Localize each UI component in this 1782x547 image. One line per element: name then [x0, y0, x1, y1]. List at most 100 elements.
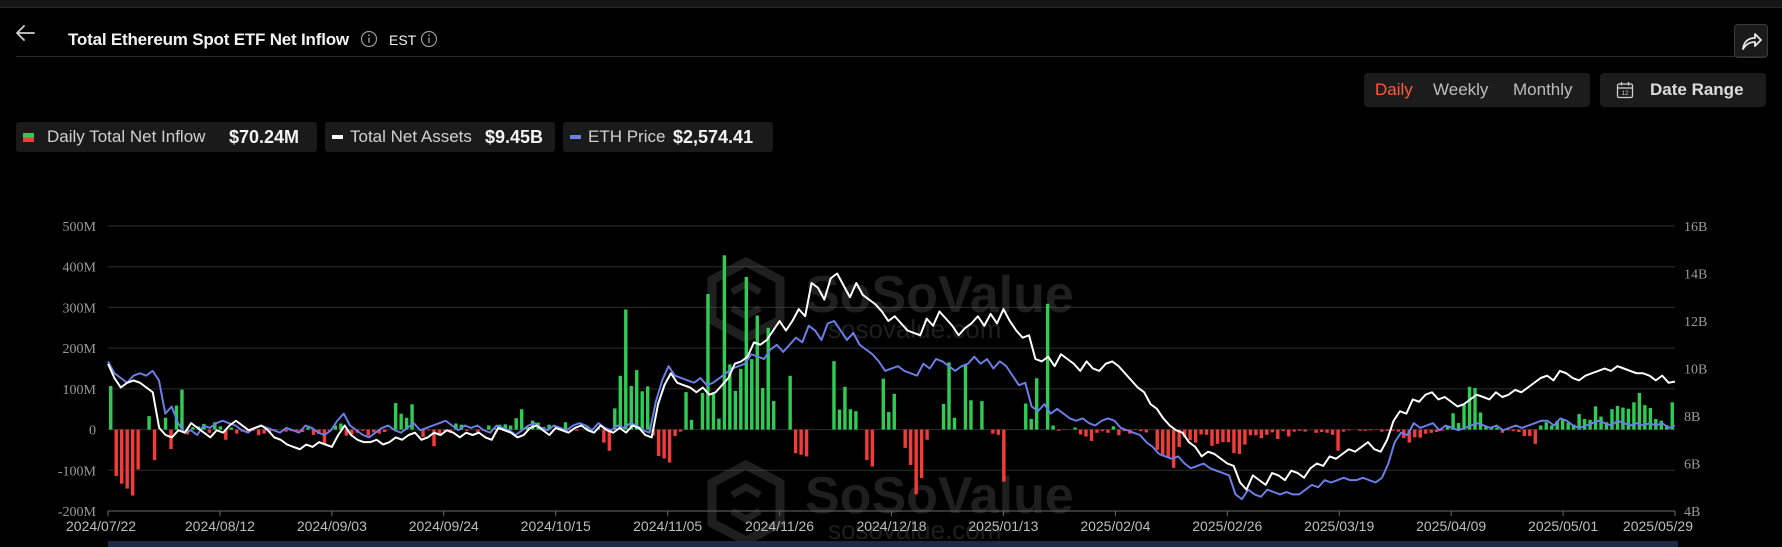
- inflow-bar: [1073, 427, 1077, 430]
- inflow-bar: [1550, 425, 1554, 430]
- inflow-bar: [1396, 429, 1401, 432]
- right-axis-tick: 10B: [1684, 363, 1707, 378]
- inflow-bar: [120, 429, 124, 484]
- inflow-bar: [125, 429, 129, 489]
- inflow-bar: [574, 429, 579, 431]
- inflow-bar: [1248, 429, 1253, 436]
- range-slider-track[interactable]: [108, 541, 1678, 547]
- inflow-bar: [1084, 429, 1088, 437]
- inflow-bar: [322, 429, 327, 445]
- inflow-bar: [109, 386, 113, 430]
- inflow-bar: [739, 368, 743, 430]
- inflow-bar: [152, 429, 157, 461]
- inflow-bar: [1391, 429, 1395, 431]
- inflow-bar: [1462, 404, 1466, 430]
- inflow-bar: [1237, 429, 1242, 454]
- inflow-bar: [1330, 429, 1335, 435]
- inflow-bar: [799, 429, 803, 455]
- inflow-bar: [1528, 429, 1532, 437]
- left-axis-tick: 100M: [63, 383, 97, 398]
- inflow-bar: [256, 429, 261, 436]
- x-axis-tick-label: 2025/05/01: [1528, 518, 1598, 534]
- inflow-bar: [881, 378, 885, 430]
- x-axis-tick-label: 2025/04/09: [1416, 518, 1486, 534]
- inflow-bar: [1078, 429, 1083, 435]
- inflow-bar: [163, 417, 168, 430]
- inflow-bar: [607, 429, 612, 451]
- inflow-bar: [519, 409, 524, 430]
- inflow-bar: [1232, 429, 1236, 454]
- inflow-bar: [662, 429, 666, 459]
- inflow-bar: [1429, 429, 1433, 433]
- x-axis-tick-label: 2025/02/04: [1080, 518, 1150, 534]
- inflow-bar: [1281, 429, 1285, 432]
- inflow-bar: [925, 429, 929, 440]
- inflow-bar: [1560, 419, 1565, 430]
- inflow-bar: [207, 429, 212, 433]
- inflow-bar: [744, 276, 749, 430]
- inflow-bar: [1243, 429, 1247, 445]
- inflow-bar: [804, 429, 809, 457]
- inflow-bar: [1024, 403, 1028, 430]
- inflow-bar: [788, 375, 792, 430]
- inflow-bar: [635, 370, 639, 430]
- inflow-bar: [1100, 429, 1105, 432]
- inflow-bar: [1204, 429, 1209, 435]
- left-axis-tick: 0: [89, 424, 96, 439]
- inflow-bar: [914, 429, 918, 495]
- left-axis-tick: 200M: [63, 342, 97, 357]
- inflow-bar: [1161, 429, 1165, 455]
- inflow-bar: [1287, 429, 1291, 437]
- inflow-bar: [1319, 429, 1324, 433]
- inflow-bar: [1292, 429, 1296, 432]
- inflow-bar: [1648, 407, 1653, 430]
- inflow-bar: [1347, 429, 1351, 431]
- inflow-bar: [1193, 429, 1198, 443]
- inflow-bar: [887, 412, 891, 430]
- inflow-bar: [832, 361, 836, 430]
- inflow-bar: [262, 429, 266, 434]
- inflow-bar: [1363, 429, 1368, 431]
- left-axis-tick: 300M: [63, 301, 97, 316]
- inflow-bar: [229, 427, 233, 430]
- left-axis-tick: 400M: [63, 261, 97, 276]
- inflow-bar: [1533, 429, 1537, 444]
- inflow-bar: [1117, 429, 1121, 436]
- x-axis-tick-label: 2024/08/12: [185, 518, 255, 534]
- inflow-bar: [1478, 412, 1483, 430]
- inflow-bar: [755, 315, 759, 430]
- inflow-bar: [1369, 429, 1373, 431]
- inflow-bar: [114, 429, 118, 476]
- inflow-bar: [1297, 429, 1302, 431]
- inflow-bar: [1621, 407, 1625, 430]
- inflow-bar: [750, 359, 754, 430]
- inflow-bar: [1615, 405, 1620, 430]
- right-axis-tick: 6B: [1684, 458, 1700, 473]
- inflow-bar: [1166, 429, 1170, 458]
- inflow-bar: [1380, 429, 1384, 432]
- inflow-bar: [1095, 429, 1099, 433]
- inflow-bar: [1544, 422, 1548, 430]
- inflow-bar: [1265, 429, 1269, 435]
- inflow-bar: [952, 417, 957, 430]
- inflow-bar: [180, 389, 184, 430]
- inflow-bar: [1270, 429, 1274, 433]
- etf-flow-chart[interactable]: SoSoValue sosovalue.com SoSoValue sosova…: [0, 0, 1782, 547]
- inflow-bar: [766, 327, 770, 430]
- inflow-bar: [722, 255, 727, 430]
- inflow-bar: [700, 392, 705, 430]
- inflow-bar: [1002, 429, 1006, 482]
- inflow-bar: [667, 429, 672, 463]
- right-axis-tick: 16B: [1684, 220, 1707, 235]
- left-axis-tick: 500M: [63, 220, 97, 235]
- inflow-bar: [1259, 429, 1264, 439]
- inflow-bar: [1413, 429, 1417, 438]
- inflow-bar: [656, 429, 661, 457]
- right-axis-tick: 8B: [1684, 410, 1700, 425]
- inflow-bar: [941, 403, 946, 430]
- inflow-bar: [1593, 406, 1598, 430]
- inflow-bar: [1144, 429, 1148, 433]
- inflow-bar: [1051, 425, 1055, 430]
- x-axis-tick-label: 2024/12/18: [856, 518, 926, 534]
- inflow-bar: [1424, 429, 1428, 434]
